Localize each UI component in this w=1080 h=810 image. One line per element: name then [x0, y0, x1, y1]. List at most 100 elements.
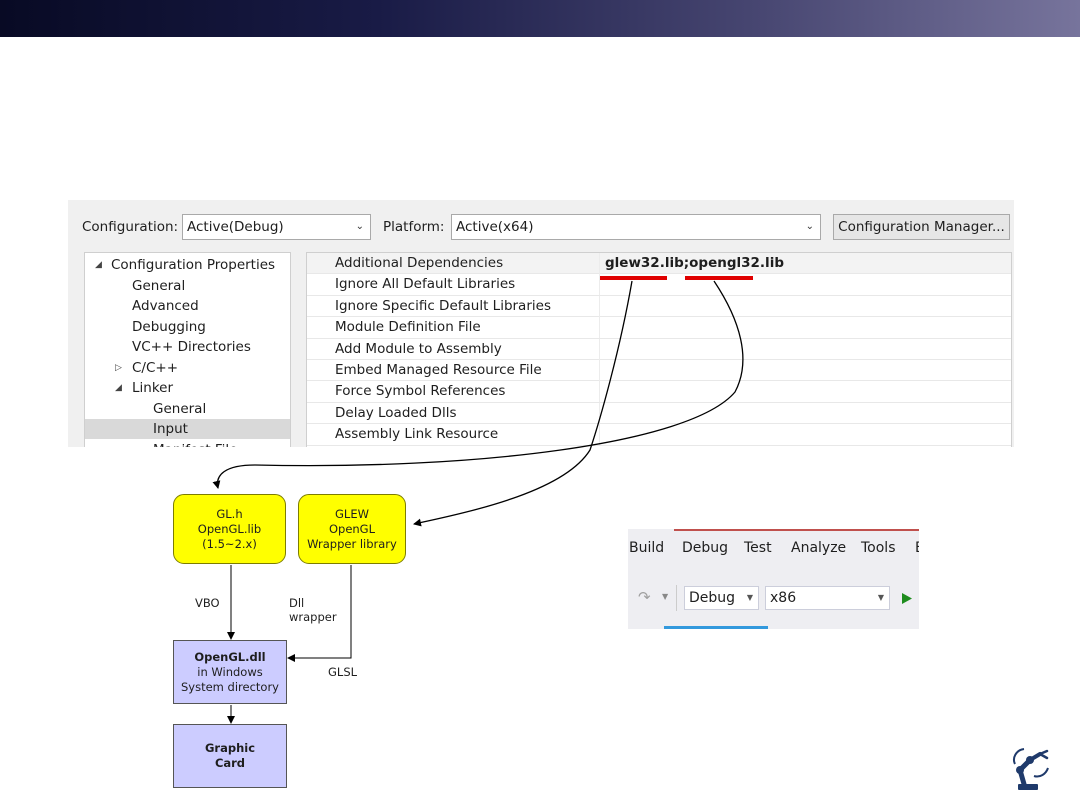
expand-arrow-icon[interactable]: ▷: [115, 358, 122, 378]
configuration-row: Configuration: Active(Debug) ⌄ Platform:…: [68, 200, 1014, 250]
solution-configuration-value: Debug: [689, 590, 736, 606]
tree-item[interactable]: Input: [85, 419, 290, 439]
robot-arm-logo: [1013, 748, 1049, 790]
property-name: Add Module to Assembly: [335, 340, 502, 357]
property-grid: Additional Dependencies glew32.lib;opengl…: [306, 252, 1012, 447]
graphic-card-node: Graphic Card: [173, 724, 287, 788]
tree-item[interactable]: ◢ Configuration Properties: [85, 255, 290, 275]
tree-item[interactable]: ◢ Linker: [85, 378, 290, 398]
tree-item[interactable]: Debugging: [85, 317, 290, 337]
menu-build[interactable]: Build: [629, 540, 664, 556]
menu-debug[interactable]: Debug: [682, 540, 728, 556]
gl-node-line-2: OpenGL.lib: [197, 521, 262, 536]
collapse-arrow-icon[interactable]: ◢: [95, 255, 102, 275]
property-name: Embed Managed Resource File: [335, 362, 542, 378]
glew-node-line-1: GLEW: [335, 506, 369, 521]
caret-down-icon: ▼: [877, 593, 884, 602]
tree-item-label: Linker: [132, 380, 174, 396]
window-accent-line: [674, 529, 919, 531]
property-pages-panel: Configuration: Active(Debug) ⌄ Platform:…: [68, 200, 1014, 447]
dll-node-line-2: in Windows: [197, 664, 263, 679]
dll-node-line-3: System directory: [181, 679, 279, 694]
tree-item[interactable]: ▷ C/C++: [85, 358, 290, 378]
opengl32-underline: [685, 276, 753, 280]
column-separator: [599, 360, 600, 381]
chevron-down-icon: ⌄: [805, 221, 814, 232]
property-row[interactable]: Embed Managed Resource File: [307, 360, 1011, 382]
vs-toolbar-snippet: Build Debug Test Analyze Tools E ↷ ▼ Deb…: [628, 529, 919, 629]
property-row[interactable]: Add Module to Assembly: [307, 338, 1011, 360]
tree-item-label: Manifest File: [153, 440, 238, 448]
tree-item-label: Debugging: [132, 318, 206, 335]
configuration-label: Configuration:: [82, 219, 179, 235]
tree-item-label: C/C++: [132, 359, 179, 376]
property-name: Force Symbol References: [335, 383, 506, 400]
card-node-line-1: Graphic: [204, 741, 256, 755]
configuration-select[interactable]: Active(Debug) ⌄: [182, 214, 371, 240]
platform-value: Active(x64): [456, 219, 534, 235]
tree-item[interactable]: Manifest File: [85, 440, 290, 448]
toolbar-separator: [676, 585, 677, 611]
property-tree: ◢ Configuration Properties General Advanced…: [84, 252, 291, 447]
glew-node-line-3: Wrapper library: [307, 536, 397, 551]
property-name: Additional Dependencies: [335, 255, 504, 271]
tree-item[interactable]: Advanced: [85, 296, 290, 316]
opengl-dll-node: OpenGL.dll in Windows System directory: [173, 640, 287, 704]
property-row[interactable]: Additional Dependencies glew32.lib;opengl…: [307, 253, 1011, 275]
tree-item-label: Input: [153, 421, 188, 437]
property-row[interactable]: Force Symbol References: [307, 381, 1011, 403]
tree-item-label: General: [132, 277, 186, 294]
tree-item-label: Configuration Properties: [111, 257, 276, 273]
dll-wrapper-label-2: wrapper: [289, 610, 337, 624]
property-row[interactable]: Delay Loaded Dlls: [307, 402, 1011, 425]
platform-label: Platform:: [383, 219, 445, 235]
card-node-line-2: Card: [214, 756, 246, 770]
glew-node: GLEW OpenGL Wrapper library: [298, 494, 406, 564]
tree-item-label: VC++ Directories: [132, 339, 251, 355]
caret-down-icon: ▼: [746, 593, 753, 602]
property-name: Delay Loaded Dlls: [335, 404, 457, 421]
column-separator: [599, 295, 600, 317]
tree-item[interactable]: VC++ Directories: [85, 337, 290, 357]
active-tab-indicator: [664, 626, 768, 629]
vbo-label: VBO: [195, 596, 220, 610]
property-name: Ignore All Default Libraries: [335, 276, 516, 293]
glew-node-line-2: OpenGL: [328, 521, 376, 536]
property-value[interactable]: glew32.lib;opengl32.lib: [605, 253, 784, 273]
property-name: Assembly Link Resource: [335, 426, 499, 443]
dropdown-caret-icon[interactable]: ▼: [662, 592, 668, 601]
tree-item[interactable]: General: [85, 276, 290, 296]
configuration-manager-button[interactable]: Configuration Manager...: [833, 214, 1010, 240]
gl-node-line-3: (1.5~2.x): [202, 536, 257, 551]
menu-test[interactable]: Test: [744, 540, 772, 556]
redo-icon[interactable]: ↷: [638, 588, 651, 606]
property-name: Ignore Specific Default Libraries: [335, 297, 551, 314]
tree-item[interactable]: General: [85, 399, 290, 419]
property-row[interactable]: Module Definition File: [307, 317, 1011, 339]
menu-analyze[interactable]: Analyze: [791, 540, 846, 556]
glew32-underline: [600, 276, 667, 280]
platform-select[interactable]: Active(x64) ⌄: [451, 214, 821, 240]
glsl-label: GLSL: [328, 665, 358, 679]
property-name: Module Definition File: [335, 319, 481, 336]
column-separator: [599, 338, 600, 360]
solution-platform-value: x86: [770, 590, 797, 606]
tree-item-label: Advanced: [132, 298, 199, 314]
dll-node-line-1: OpenGL.dll: [194, 649, 266, 664]
property-row[interactable]: Ignore Specific Default Libraries: [307, 295, 1011, 318]
collapse-arrow-icon[interactable]: ◢: [115, 378, 122, 398]
column-separator: [599, 253, 600, 274]
dll-wrapper-label-1: Dll: [289, 596, 305, 610]
start-debugging-icon[interactable]: [901, 592, 913, 605]
solution-platform-select[interactable]: x86 ▼: [765, 586, 890, 610]
column-separator: [599, 402, 600, 424]
title-bar: [0, 0, 1080, 37]
chevron-down-icon: ⌄: [355, 221, 364, 232]
configuration-value: Active(Debug): [187, 219, 284, 235]
column-separator: [599, 381, 600, 403]
property-row[interactable]: Assembly Link Resource: [307, 424, 1011, 446]
menu-tools[interactable]: Tools: [861, 540, 896, 556]
gl-node: GL.h OpenGL.lib (1.5~2.x): [173, 494, 286, 564]
solution-configuration-select[interactable]: Debug ▼: [684, 586, 759, 610]
menu-extensions[interactable]: E: [915, 540, 919, 556]
